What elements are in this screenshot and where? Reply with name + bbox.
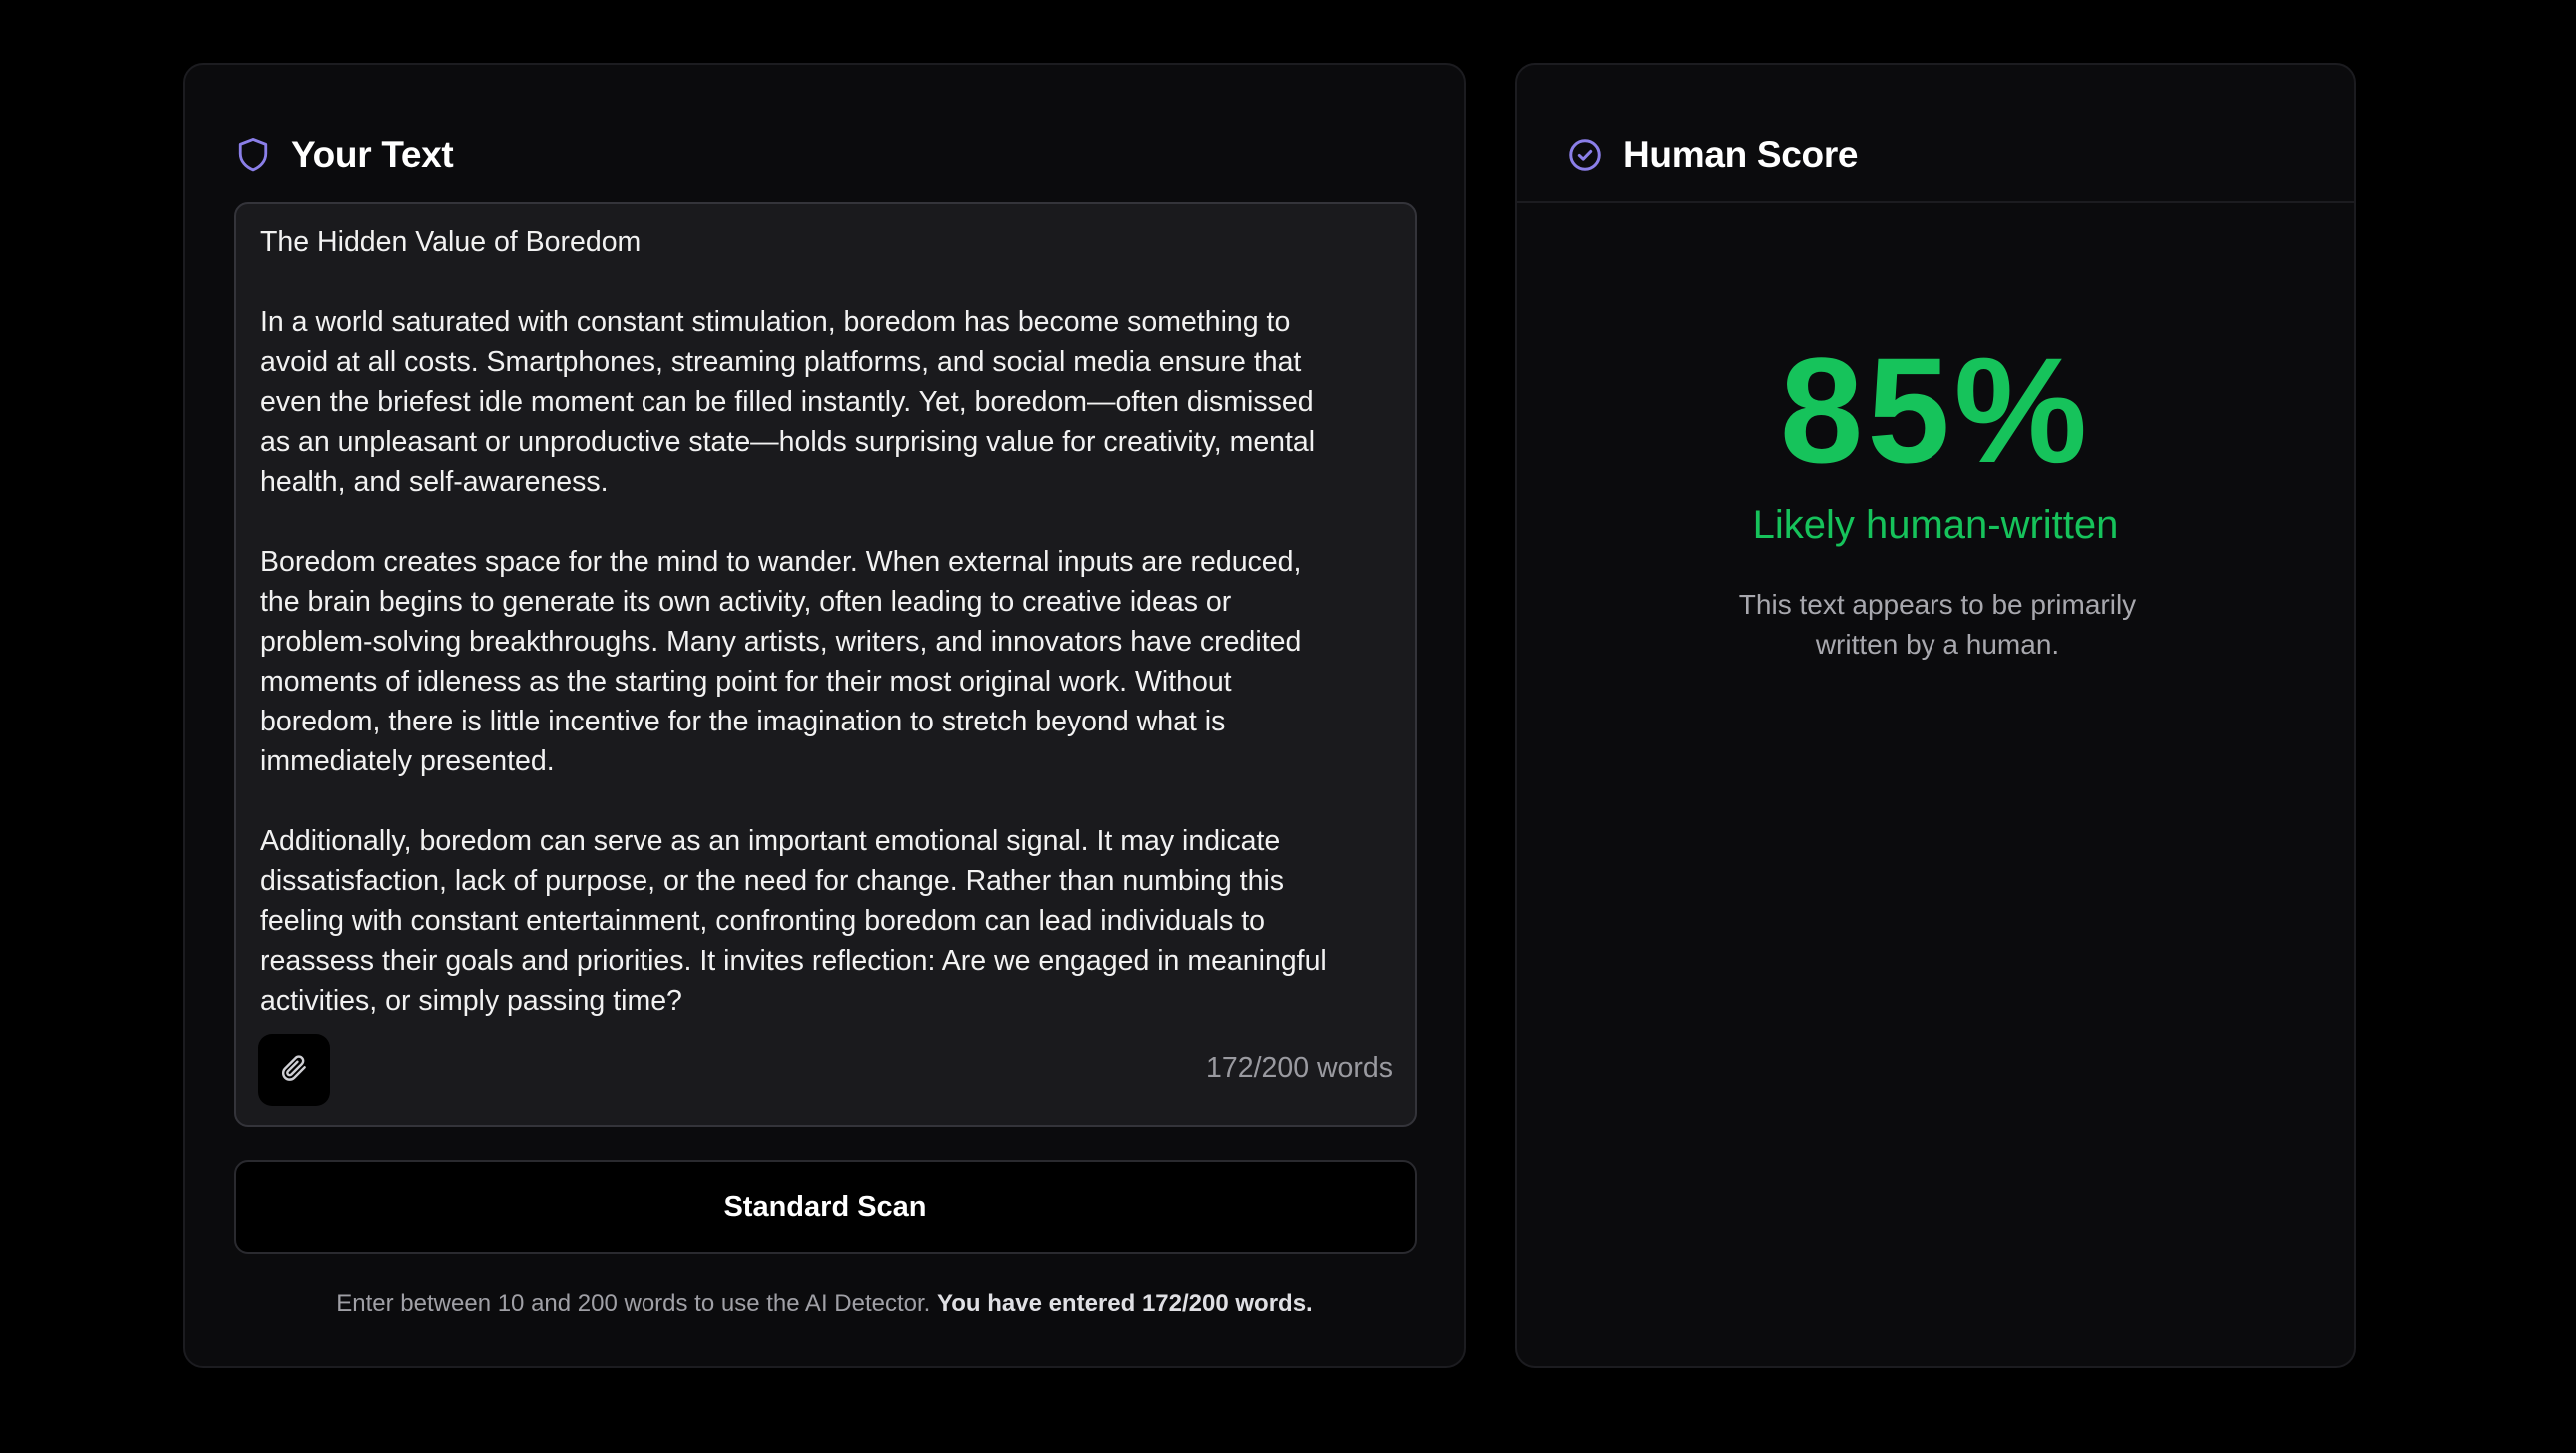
footer-note-text: Enter between 10 and 200 words to use th… <box>336 1290 931 1317</box>
human-score-panel: Human Score 85% Likely human-written Thi… <box>1515 63 2356 1368</box>
attach-file-button[interactable] <box>258 1034 330 1106</box>
human-score-header: Human Score <box>1567 115 1859 195</box>
text-input-area[interactable]: The Hidden Value of Boredom In a world s… <box>234 202 1417 1127</box>
header-divider <box>1517 201 2354 203</box>
your-text-header: Your Text <box>235 115 454 195</box>
score-description: This text appears to be primarily writte… <box>1738 589 2137 660</box>
check-circle-icon <box>1567 135 1603 175</box>
score-value: 85% <box>1779 326 2092 494</box>
human-score-title: Human Score <box>1623 134 1859 175</box>
footer-note-count: You have entered 172/200 words. <box>937 1290 1313 1317</box>
score-label: Likely human-written <box>1752 503 2119 547</box>
footer-note: Enter between 10 and 200 words to use th… <box>185 1290 1464 1318</box>
standard-scan-button[interactable]: Standard Scan <box>234 1160 1417 1254</box>
paperclip-icon <box>278 1052 310 1089</box>
your-text-title: Your Text <box>291 134 454 175</box>
shield-icon <box>235 135 271 175</box>
text-input-content[interactable]: The Hidden Value of Boredom In a world s… <box>260 222 1399 1021</box>
your-text-panel: Your Text The Hidden Value of Boredom In… <box>183 63 1466 1368</box>
page: Your Text The Hidden Value of Boredom In… <box>0 0 2576 1453</box>
word-count: 172/200 words <box>1206 1052 1393 1084</box>
